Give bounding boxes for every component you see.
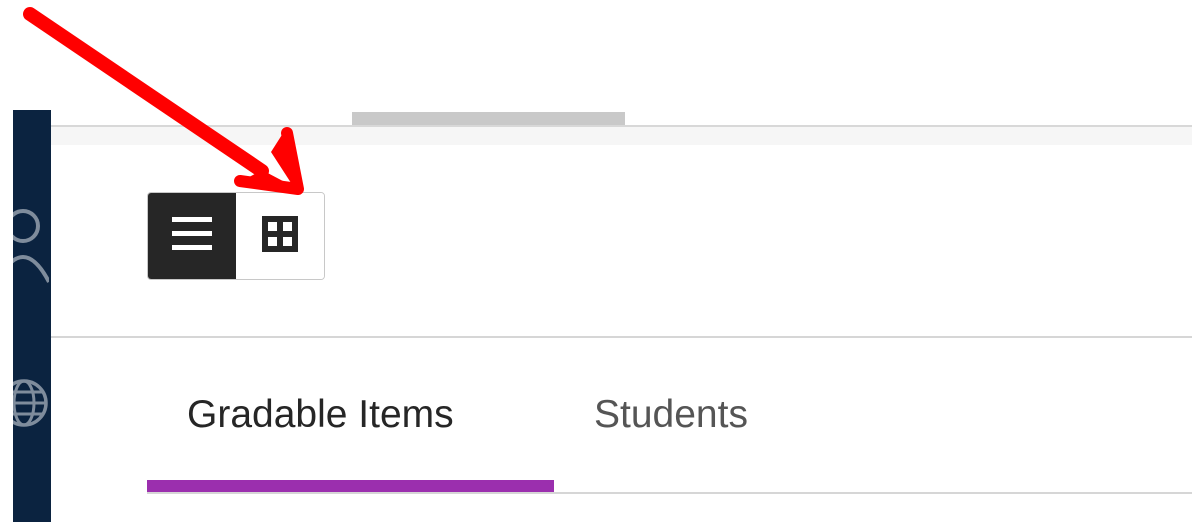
tab-students[interactable]: Students (594, 390, 748, 440)
grid-icon (262, 216, 298, 256)
side-navigation (13, 110, 51, 522)
tabs-baseline (147, 492, 1192, 494)
list-view-button[interactable] (148, 193, 236, 279)
grid-view-button[interactable] (236, 193, 324, 279)
active-tab-underline (147, 480, 554, 492)
globe-icon[interactable] (13, 376, 51, 430)
top-tab-indicator (352, 112, 625, 125)
list-icon (172, 217, 212, 255)
section-divider (51, 336, 1192, 338)
gradebook-view: Gradable Items Students (0, 0, 1192, 522)
user-icon[interactable] (13, 202, 51, 292)
content-header-band (51, 127, 1192, 145)
tab-gradable-items[interactable]: Gradable Items (187, 390, 454, 440)
view-toggle (147, 192, 325, 280)
